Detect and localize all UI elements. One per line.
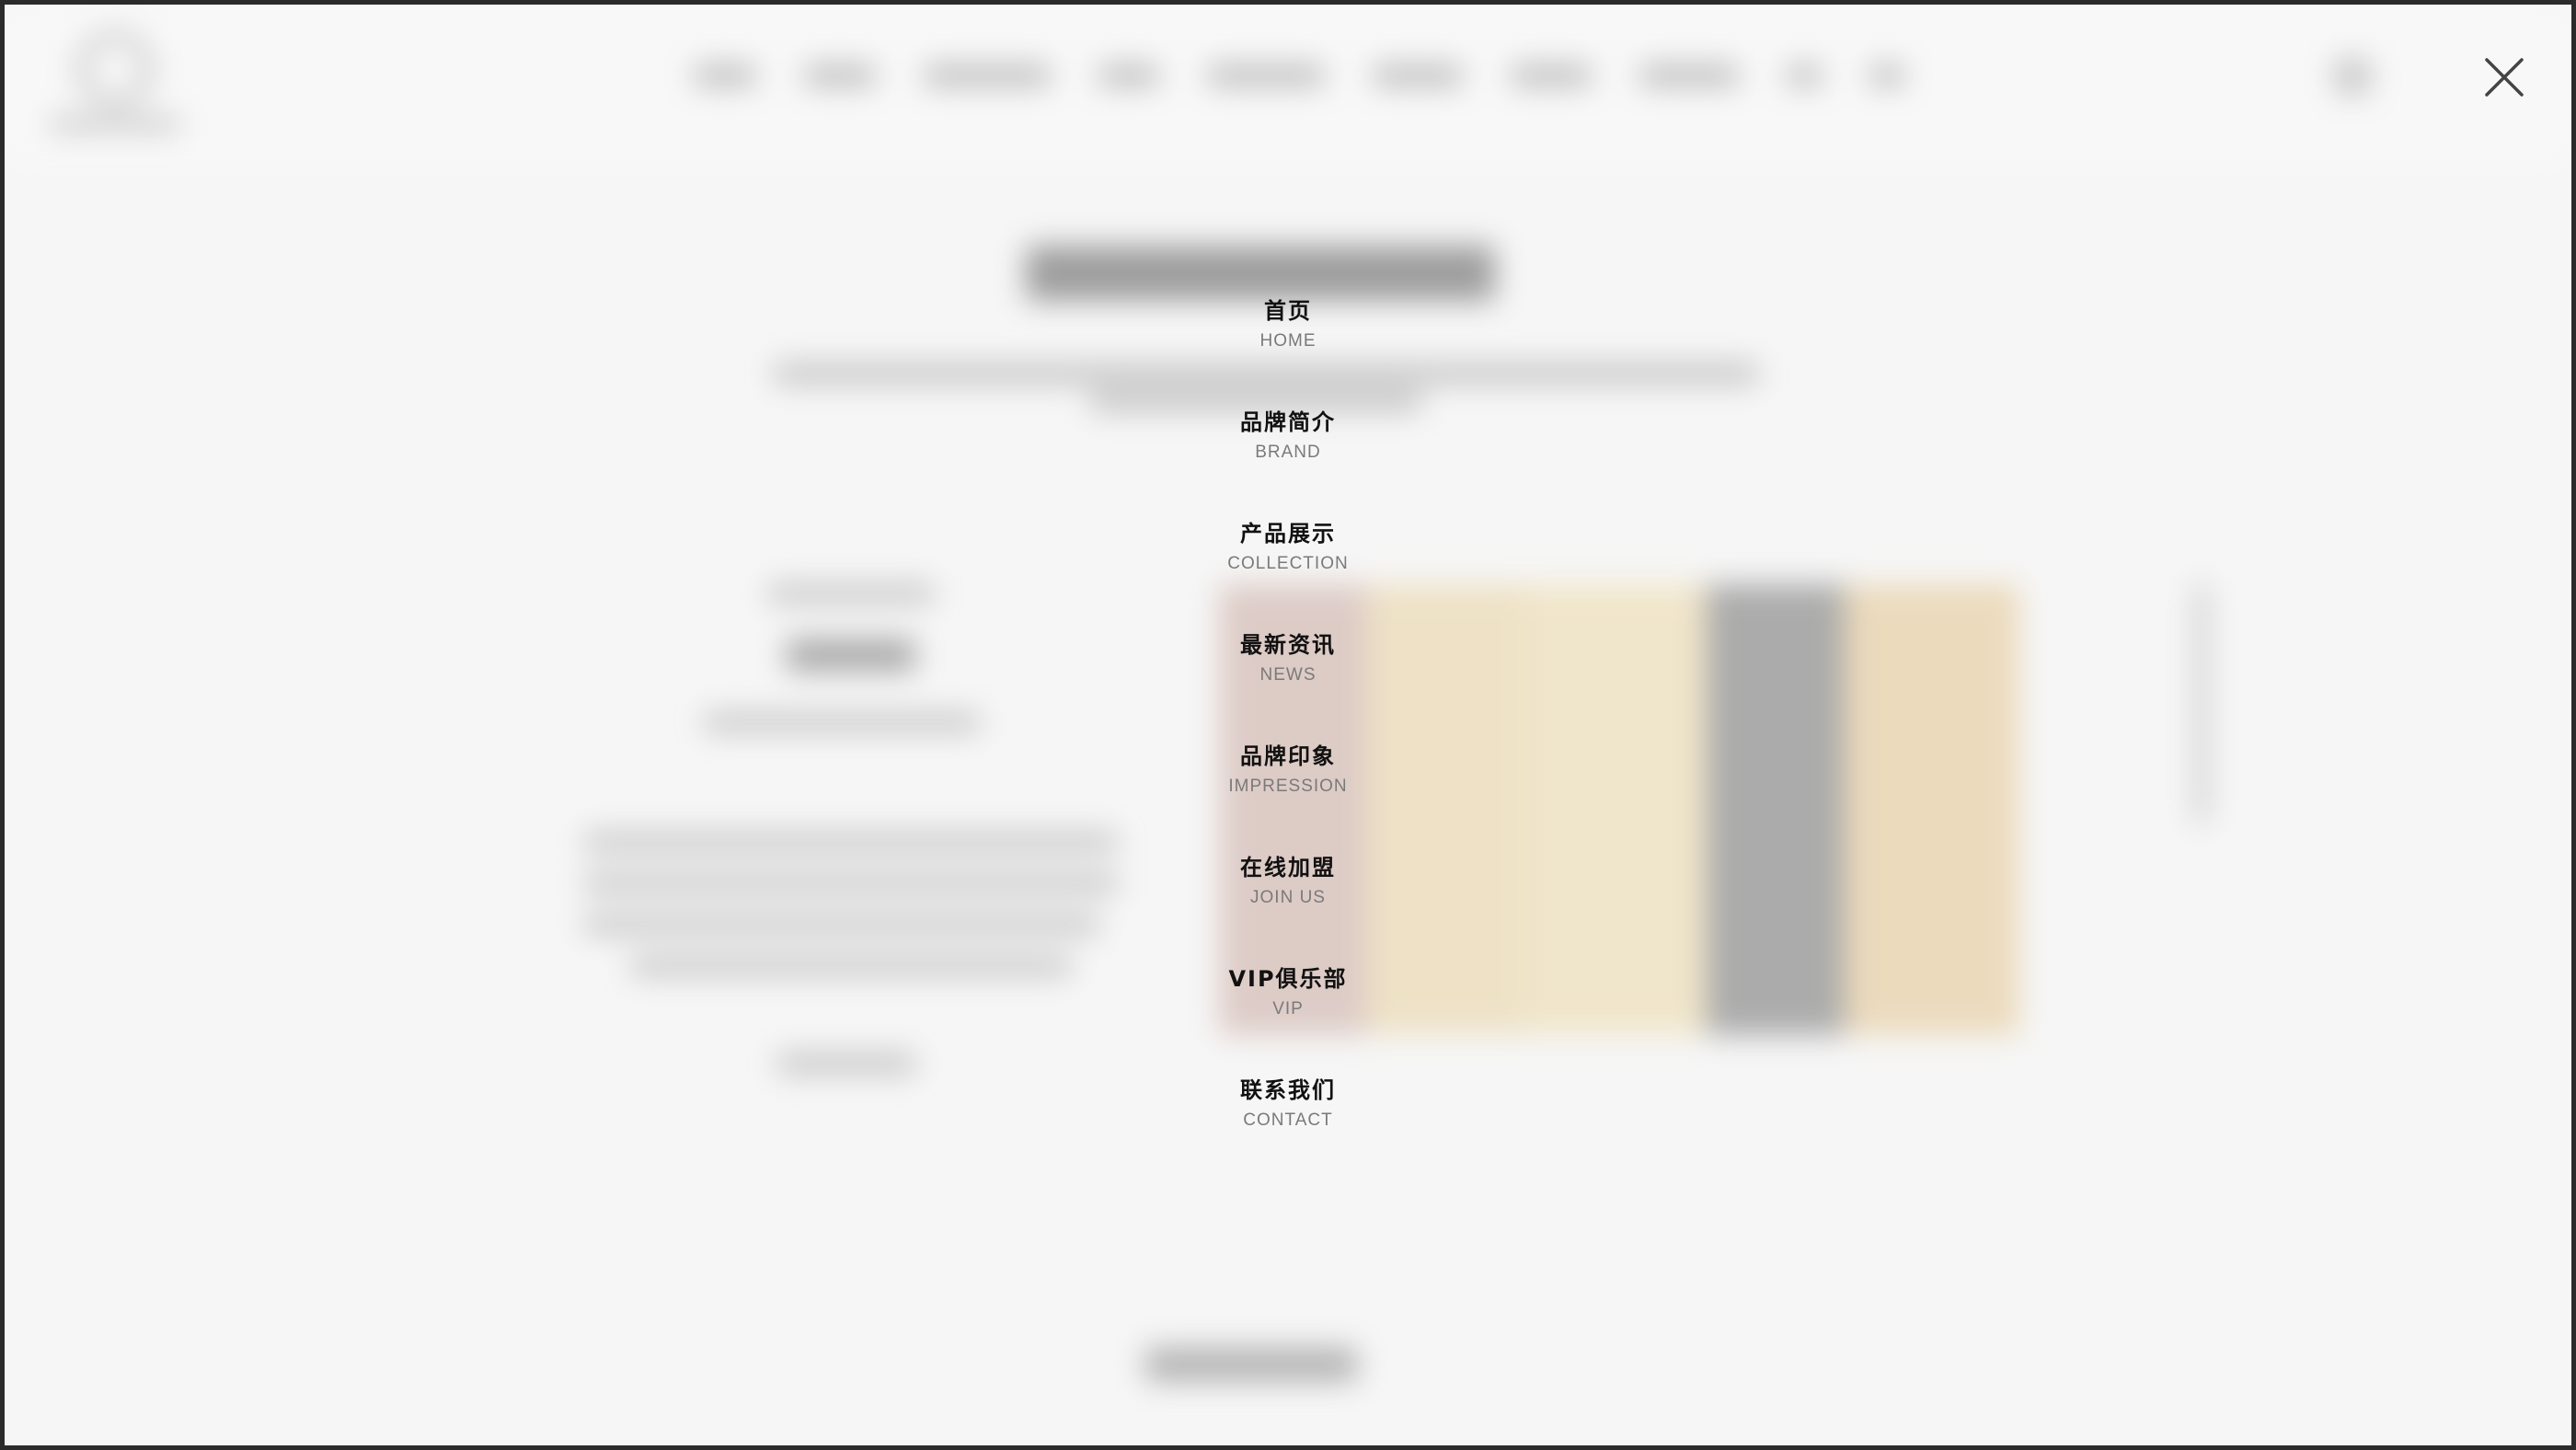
- menu-item-home[interactable]: 首页 HOME: [1196, 295, 1380, 407]
- menu-item-label: VIP俱乐部: [1228, 966, 1348, 992]
- menu-item-vip[interactable]: VIP俱乐部 VIP: [1196, 963, 1380, 1075]
- menu-item-sublabel: HOME: [1259, 331, 1317, 351]
- menu-item-impression[interactable]: 品牌印象 IMPRESSION: [1196, 741, 1380, 852]
- menu-item-sublabel: JOIN US: [1250, 888, 1326, 907]
- menu-item-label: 联系我们: [1240, 1077, 1336, 1103]
- menu-item-label: 首页: [1264, 298, 1312, 324]
- menu-item-brand[interactable]: 品牌简介 BRAND: [1196, 407, 1380, 518]
- menu-item-news[interactable]: 最新资讯 NEWS: [1196, 629, 1380, 741]
- menu-item-sublabel: VIP: [1272, 999, 1304, 1018]
- menu-item-label: 品牌印象: [1240, 743, 1336, 769]
- menu-item-collection[interactable]: 产品展示 COLLECTION: [1196, 518, 1380, 629]
- menu-item-sublabel: COLLECTION: [1227, 554, 1349, 573]
- menu-item-contact[interactable]: 联系我们 CONTACT: [1196, 1075, 1380, 1186]
- menu-item-sublabel: BRAND: [1255, 443, 1321, 462]
- menu-item-label: 最新资讯: [1240, 632, 1336, 658]
- menu-item-sublabel: CONTACT: [1243, 1111, 1333, 1130]
- close-icon: [2485, 58, 2524, 97]
- nav-overlay: 首页 HOME 品牌简介 BRAND 产品展示 COLLECTION 最新资讯 …: [5, 5, 2571, 1445]
- menu-item-label: 产品展示: [1240, 521, 1336, 547]
- browser-viewport: 首页 HOME 品牌简介 BRAND 产品展示 COLLECTION 最新资讯 …: [0, 0, 2576, 1450]
- close-menu-button[interactable]: [2483, 56, 2525, 98]
- menu-item-label: 在线加盟: [1240, 855, 1336, 880]
- main-menu: 首页 HOME 品牌简介 BRAND 产品展示 COLLECTION 最新资讯 …: [1196, 295, 1380, 1186]
- menu-item-join-us[interactable]: 在线加盟 JOIN US: [1196, 852, 1380, 963]
- menu-item-sublabel: IMPRESSION: [1228, 777, 1348, 796]
- menu-item-label: 品牌简介: [1240, 409, 1336, 435]
- menu-item-sublabel: NEWS: [1259, 665, 1317, 685]
